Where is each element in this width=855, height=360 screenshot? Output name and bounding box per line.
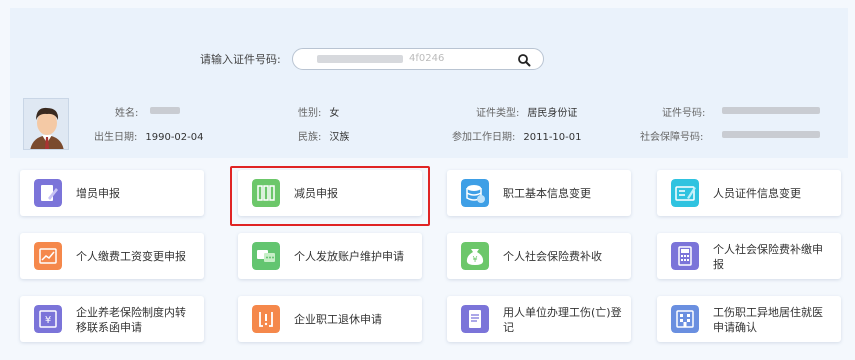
info-birth-date: 出生日期: 1990-02-04 [94,132,204,143]
add-staff-icon [34,179,62,207]
tile-label: 个人社会保险费补缴申报 [713,243,823,271]
person-avatar-icon [24,99,68,149]
tile-label: 企业职工退休申请 [294,313,382,326]
tile-salary-change[interactable]: 个人缴费工资变更申报 [20,233,204,279]
tile-label: 个人社会保险费补收 [503,250,602,263]
tile-label: 个人缴费工资变更申报 [76,250,186,263]
tile-insurance-payment[interactable]: 个人社会保险费补缴申报 [657,233,841,279]
name-redacted [150,107,180,114]
calculator-icon [671,242,699,270]
tile-label: 企业养老保险制度内转移联系函申请 [76,306,186,334]
id-search-input[interactable]: 4f0246 [292,48,544,70]
id-card-icon [671,179,699,207]
retire-icon [252,305,280,333]
search-row: 请输入证件号码: 4f0246 [10,48,848,70]
tile-label: 职工基本信息变更 [503,187,591,200]
info-social-security-number: 社会保障号码: [640,132,704,143]
svg-text:¥: ¥ [472,255,477,264]
avatar [23,98,69,150]
info-id-number: 证件号码: [662,108,706,119]
tile-label: 增员申报 [76,187,120,200]
tile-reduce-staff[interactable]: 减员申报 [238,170,422,216]
info-gender: 性别: 女 [298,108,340,119]
hospital-icon [671,305,699,333]
database-icon [461,179,489,207]
info-name: 姓名: [115,108,139,119]
tile-insurance-supplement[interactable]: ¥ 个人社会保险费补收 [447,233,631,279]
info-id-type: 证件类型: 居民身份证 [476,108,578,119]
tile-account-maintenance[interactable]: 个人发放账户维护申请 [238,233,422,279]
tile-basic-info-change[interactable]: 职工基本信息变更 [447,170,631,216]
svg-text:¥: ¥ [45,315,51,326]
tile-label: 减员申报 [294,187,338,200]
info-work-start-date: 参加工作日期: 2011-10-01 [452,132,582,143]
tile-add-staff[interactable]: 增员申报 [20,170,204,216]
search-icon[interactable] [517,53,531,67]
tile-remote-medical-confirmation[interactable]: 工伤职工异地居住就医申请确认 [657,296,841,342]
tile-label: 人员证件信息变更 [713,187,801,200]
tile-retirement[interactable]: 企业职工退休申请 [238,296,422,342]
tile-label: 个人发放账户维护申请 [294,250,404,263]
tile-label: 工伤职工异地居住就医申请确认 [713,306,823,334]
pension-transfer-icon: ¥ [34,305,62,333]
search-label: 请输入证件号码: [200,53,281,66]
tile-id-info-change[interactable]: 人员证件信息变更 [657,170,841,216]
social-security-redacted [722,131,820,138]
id-number-redacted [722,107,820,114]
money-bag-icon: ¥ [461,242,489,270]
reduce-staff-icon [252,179,280,207]
info-ethnicity: 民族: 汉族 [298,132,350,143]
search-value-redacted [317,55,403,63]
salary-chart-icon [34,242,62,270]
account-chat-icon [252,242,280,270]
search-value-visible: 4f0246 [409,53,445,64]
tile-label: 用人单位办理工伤(亡)登记 [503,306,622,334]
tile-work-injury-registration[interactable]: 用人单位办理工伤(亡)登记 [447,296,631,342]
tile-pension-transfer[interactable]: ¥ 企业养老保险制度内转移联系函申请 [20,296,204,342]
person-query-panel: 请输入证件号码: 4f0246 姓名: 性别: 女 证件类型: 居民身份证 证件… [10,8,848,158]
document-icon [461,305,489,333]
